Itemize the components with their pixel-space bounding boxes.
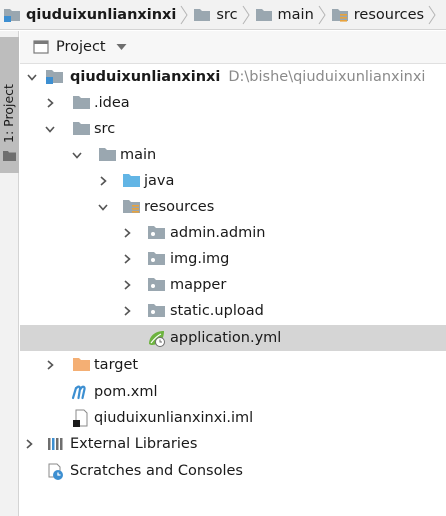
- project-folder-icon: [4, 8, 20, 22]
- chevron-right-icon: [428, 5, 436, 24]
- tree-item-mapper[interactable]: mapper: [20, 272, 446, 298]
- panel-title: Project: [56, 39, 106, 55]
- tree-item-label: java: [144, 173, 175, 189]
- folder-icon: [194, 8, 211, 21]
- chevron-right-icon[interactable]: [122, 228, 132, 238]
- tree-item-label: pom.xml: [94, 384, 158, 400]
- chevron-right-icon[interactable]: [24, 439, 34, 449]
- breadcrumb-label: src: [216, 6, 238, 23]
- tree-item-scratches[interactable]: Scratches and Consoles: [20, 458, 446, 484]
- tree-item-label: img.img: [170, 251, 230, 267]
- package-folder-icon: [148, 278, 165, 291]
- tree-item-java[interactable]: java: [20, 168, 446, 194]
- project-panel-header: Project: [20, 31, 446, 64]
- tree-item-img-img[interactable]: img.img: [20, 246, 446, 272]
- breadcrumb-resources[interactable]: resources: [327, 0, 425, 29]
- tree-item-label: External Libraries: [70, 436, 198, 452]
- chevron-down-icon[interactable]: [72, 150, 82, 160]
- tree-item-application-yml[interactable]: application.yml: [20, 325, 446, 351]
- project-view-icon: [33, 40, 49, 54]
- tree-item-label: static.upload: [170, 303, 264, 319]
- tree-item-iml[interactable]: qiuduixunlianxinxi.iml: [20, 405, 446, 431]
- project-tab-label: 1: Project: [1, 84, 16, 143]
- breadcrumb-project[interactable]: qiuduixunlianxinxi: [0, 0, 177, 29]
- breadcrumb-main[interactable]: main: [251, 0, 314, 29]
- chevron-down-icon[interactable]: [116, 43, 127, 51]
- excluded-folder-icon: [73, 358, 90, 371]
- package-folder-icon: [148, 304, 165, 317]
- chevron-right-icon[interactable]: [98, 176, 108, 186]
- folder-icon: [3, 151, 16, 161]
- tree-item-label: Scratches and Consoles: [70, 463, 243, 479]
- breadcrumb-label: qiuduixunlianxinxi: [26, 6, 177, 23]
- tree-item-label: src: [94, 121, 116, 137]
- project-tool-window-tab[interactable]: 1: Project: [0, 37, 19, 173]
- tree-item-label: resources: [144, 199, 215, 215]
- tree-item-external-libraries[interactable]: External Libraries: [20, 431, 446, 457]
- tree-item-src[interactable]: src: [20, 116, 446, 142]
- chevron-right-icon: [242, 5, 250, 24]
- scratches-icon: [48, 463, 63, 480]
- project-folder-icon: [46, 70, 63, 84]
- tree-item-resources[interactable]: resources: [20, 194, 446, 220]
- tree-item-root[interactable]: qiuduixunlianxinxi D:\bishe\qiuduixunlian…: [20, 64, 446, 90]
- breadcrumb-label: main: [277, 6, 314, 23]
- tree-item-label: mapper: [170, 277, 227, 293]
- tree-item-label: .idea: [94, 95, 130, 111]
- chevron-right-icon: [318, 5, 326, 24]
- folder-icon: [255, 8, 272, 21]
- project-path: D:\bishe\qiuduixunlianxinxi: [228, 69, 426, 85]
- package-folder-icon: [148, 226, 165, 239]
- folder-icon: [99, 148, 116, 161]
- tree-item-idea[interactable]: .idea: [20, 90, 446, 116]
- tree-item-label: qiuduixunlianxinxi D:\bishe\qiuduixunlian…: [70, 67, 425, 87]
- tree-item-admin-admin[interactable]: admin.admin: [20, 220, 446, 246]
- chevron-down-icon[interactable]: [45, 124, 55, 134]
- tree-item-label: target: [94, 357, 139, 373]
- chevron-right-icon[interactable]: [122, 280, 132, 290]
- source-folder-icon: [123, 174, 140, 187]
- module-file-icon: [73, 409, 88, 427]
- folder-icon: [73, 96, 90, 109]
- library-icon: [48, 438, 63, 450]
- project-name: qiuduixunlianxinxi: [70, 69, 221, 85]
- breadcrumb-src[interactable]: src: [189, 0, 238, 29]
- tree-item-target[interactable]: target: [20, 352, 446, 378]
- resources-folder-icon: [331, 8, 348, 22]
- chevron-right-icon[interactable]: [45, 360, 55, 370]
- tool-window-stripe: 1: Project: [0, 31, 19, 516]
- tree-item-pom-xml[interactable]: pom.xml: [20, 379, 446, 405]
- tree-item-static-upload[interactable]: static.upload: [20, 298, 446, 324]
- chevron-down-icon[interactable]: [98, 202, 108, 212]
- tree-item-label: qiuduixunlianxinxi.iml: [94, 410, 254, 426]
- folder-icon: [73, 122, 90, 135]
- chevron-right-icon[interactable]: [122, 254, 132, 264]
- chevron-down-icon[interactable]: [27, 72, 37, 82]
- resources-folder-icon: [123, 200, 140, 213]
- navigation-bar: qiuduixunlianxinxi src main resources: [0, 0, 446, 30]
- maven-icon: [71, 385, 86, 400]
- tree-item-main[interactable]: main: [20, 142, 446, 168]
- tree-item-label: admin.admin: [170, 225, 266, 241]
- tree-item-label: application.yml: [170, 330, 282, 346]
- chevron-right-icon[interactable]: [45, 98, 55, 108]
- chevron-right-icon[interactable]: [122, 306, 132, 316]
- tree-item-label: main: [120, 147, 157, 163]
- breadcrumb-label: resources: [353, 6, 425, 23]
- package-folder-icon: [148, 252, 165, 265]
- spring-config-icon: [149, 331, 165, 347]
- chevron-right-icon: [180, 5, 188, 24]
